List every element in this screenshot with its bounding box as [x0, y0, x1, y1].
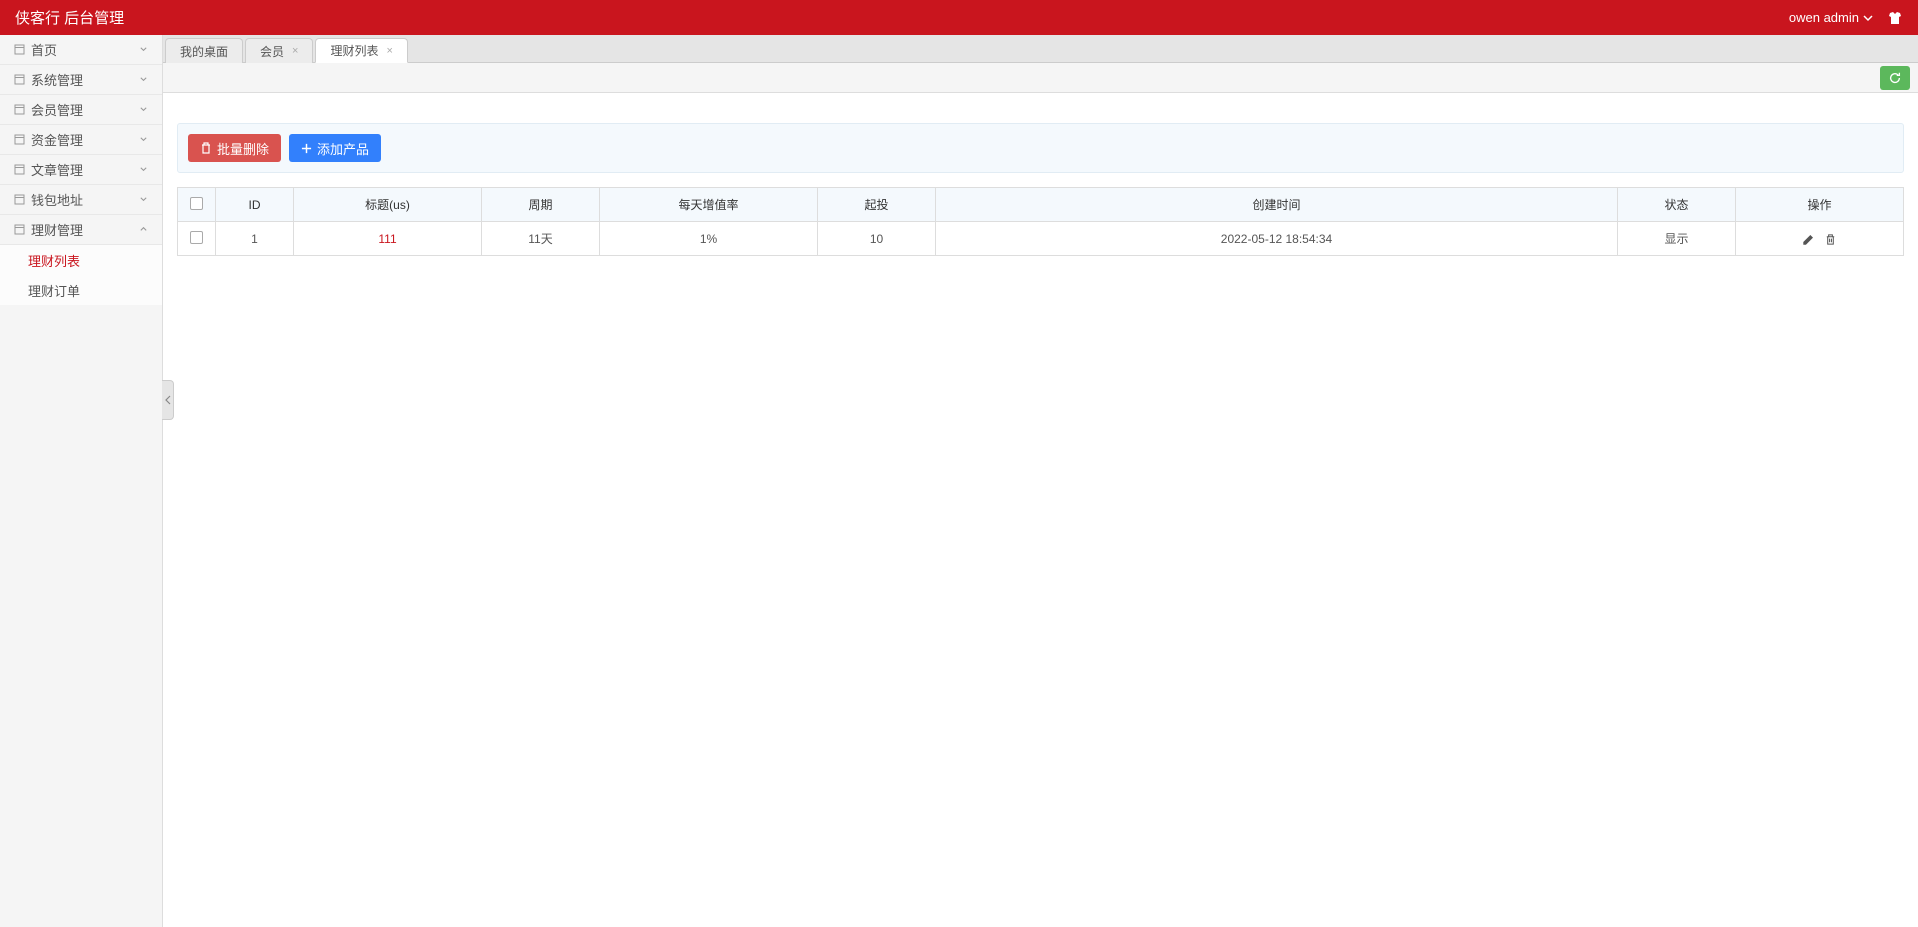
add-product-button[interactable]: 添加产品 [289, 134, 381, 162]
submenu-item-label: 理财列表 [28, 251, 80, 270]
page-icon [14, 74, 25, 85]
tab-member[interactable]: 会员 × [245, 38, 313, 63]
header: 侠客行 后台管理 owen admin [0, 0, 1918, 35]
sidebar-collapse-handle[interactable] [162, 380, 174, 420]
refresh-icon [1888, 71, 1902, 85]
tab-finance-list[interactable]: 理财列表 × [315, 38, 407, 63]
button-label: 批量删除 [217, 139, 269, 158]
row-checkbox[interactable] [190, 231, 203, 244]
submenu-item-label: 理财订单 [28, 281, 80, 300]
header-check [178, 188, 216, 222]
table-header-row: ID 标题(us) 周期 每天增值率 起投 创建时间 状态 操作 [178, 188, 1904, 222]
chevron-down-icon [139, 195, 148, 204]
header-status: 状态 [1618, 188, 1736, 222]
page-icon [14, 224, 25, 235]
close-icon[interactable]: × [292, 45, 298, 57]
chevron-down-icon [139, 135, 148, 144]
sidebar-item-label: 会员管理 [31, 100, 83, 119]
submenu-item-finance-list[interactable]: 理财列表 [0, 245, 162, 275]
header-ops: 操作 [1736, 188, 1904, 222]
header-user-area: owen admin [1789, 10, 1903, 26]
batch-delete-button[interactable]: 批量删除 [188, 134, 281, 162]
header-start: 起投 [818, 188, 936, 222]
action-bar: 批量删除 添加产品 [177, 123, 1904, 173]
cell-ops [1736, 222, 1904, 256]
table-row: 1 111 11天 1% 10 2022-05-12 18:54:34 显示 [178, 222, 1904, 256]
page-icon [14, 44, 25, 55]
sidebar-item-home[interactable]: 首页 [0, 35, 162, 65]
select-all-checkbox[interactable] [190, 197, 203, 210]
cell-title-link[interactable]: 111 [378, 232, 396, 246]
chevron-down-icon [139, 105, 148, 114]
edit-icon[interactable] [1802, 231, 1818, 245]
page-icon [14, 194, 25, 205]
header-id: ID [216, 188, 294, 222]
sidebar-item-label: 系统管理 [31, 70, 83, 89]
toolbar [163, 63, 1918, 93]
chevron-up-icon [139, 225, 148, 234]
plus-icon [301, 143, 312, 154]
user-dropdown[interactable]: owen admin [1789, 10, 1873, 25]
trash-icon [200, 142, 212, 154]
refresh-button[interactable] [1880, 66, 1910, 90]
header-created: 创建时间 [936, 188, 1618, 222]
cell-status: 显示 [1618, 222, 1736, 256]
cell-start: 10 [818, 222, 936, 256]
sidebar-item-label: 文章管理 [31, 160, 83, 179]
page-icon [14, 164, 25, 175]
sidebar-item-funds[interactable]: 资金管理 [0, 125, 162, 155]
page-icon [14, 134, 25, 145]
header-cycle: 周期 [482, 188, 600, 222]
chevron-down-icon [139, 165, 148, 174]
button-label: 添加产品 [317, 139, 369, 158]
chevron-down-icon [139, 45, 148, 54]
user-name: owen admin [1789, 10, 1859, 25]
header-rate: 每天增值率 [600, 188, 818, 222]
data-table: ID 标题(us) 周期 每天增值率 起投 创建时间 状态 操作 1 111 [177, 187, 1904, 256]
main-body: 批量删除 添加产品 ID 标题( [163, 93, 1918, 927]
cell-id: 1 [216, 222, 294, 256]
chevron-down-icon [139, 75, 148, 84]
submenu-finance: 理财列表 理财订单 [0, 245, 162, 305]
sidebar-item-label: 首页 [31, 40, 57, 59]
sidebar-item-label: 资金管理 [31, 130, 83, 149]
page-icon [14, 104, 25, 115]
chevron-down-icon [1863, 13, 1873, 23]
sidebar-item-label: 理财管理 [31, 220, 83, 239]
sidebar-item-member[interactable]: 会员管理 [0, 95, 162, 125]
sidebar-item-system[interactable]: 系统管理 [0, 65, 162, 95]
tab-label: 会员 [260, 43, 284, 60]
app-title: 侠客行 后台管理 [15, 7, 124, 28]
submenu-item-finance-orders[interactable]: 理财订单 [0, 275, 162, 305]
sidebar-item-finance[interactable]: 理财管理 [0, 215, 162, 245]
tab-label: 理财列表 [330, 42, 378, 59]
cell-created: 2022-05-12 18:54:34 [936, 222, 1618, 256]
sidebar-item-articles[interactable]: 文章管理 [0, 155, 162, 185]
sidebar-item-label: 钱包地址 [31, 190, 83, 209]
cell-cycle: 11天 [482, 222, 600, 256]
sidebar: 首页 系统管理 会员管理 资金管理 [0, 35, 163, 927]
content: 我的桌面 会员 × 理财列表 × [163, 35, 1918, 927]
tab-label: 我的桌面 [180, 43, 228, 60]
tshirt-icon[interactable] [1887, 10, 1903, 26]
cell-rate: 1% [600, 222, 818, 256]
tab-bar: 我的桌面 会员 × 理财列表 × [163, 35, 1918, 63]
header-title: 标题(us) [294, 188, 482, 222]
close-icon[interactable]: × [386, 45, 392, 57]
trash-icon[interactable] [1824, 231, 1837, 245]
tab-desktop[interactable]: 我的桌面 [165, 38, 243, 63]
sidebar-item-wallet[interactable]: 钱包地址 [0, 185, 162, 215]
